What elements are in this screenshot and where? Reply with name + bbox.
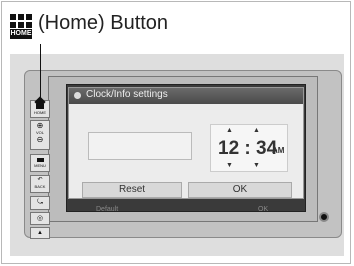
- pointer-line: [40, 44, 41, 102]
- reset-button[interactable]: Reset: [82, 182, 182, 198]
- time-value: 12 : 34: [218, 138, 278, 159]
- home-icon-label: HOME: [10, 29, 32, 39]
- info-field[interactable]: [88, 132, 192, 160]
- ghost-ok-text: OK: [258, 206, 269, 213]
- home-button-label: HOME: [34, 110, 46, 115]
- volume-knob[interactable]: [319, 212, 329, 222]
- ok-button[interactable]: OK: [188, 182, 292, 198]
- phone-button[interactable]: ⤿: [30, 196, 50, 210]
- home-icon: HOME: [10, 14, 32, 40]
- ghost-default-text: Default: [96, 206, 119, 213]
- dialog-bullet-icon: [74, 92, 81, 99]
- volume-button[interactable]: ⊕ VOL ⊖: [30, 120, 50, 150]
- ampm-indicator[interactable]: AM: [272, 146, 284, 155]
- eject-button[interactable]: ▲: [30, 227, 50, 239]
- back-button[interactable]: ↶ BACK: [30, 175, 50, 193]
- hour-down-arrow-icon[interactable]: ▼: [226, 162, 233, 169]
- back-button-label: BACK: [34, 184, 46, 189]
- menu-button[interactable]: MENU: [30, 154, 50, 172]
- hour-up-arrow-icon[interactable]: ▲: [226, 127, 233, 134]
- minute-up-arrow-icon[interactable]: ▲: [253, 127, 260, 134]
- dialog-title: Clock/Info settings: [86, 89, 168, 100]
- minute-down-arrow-icon[interactable]: ▼: [253, 162, 260, 169]
- menu-button-label: MENU: [34, 163, 46, 168]
- audio-button[interactable]: ◎: [30, 212, 50, 225]
- page-title: (Home) Button: [38, 12, 169, 34]
